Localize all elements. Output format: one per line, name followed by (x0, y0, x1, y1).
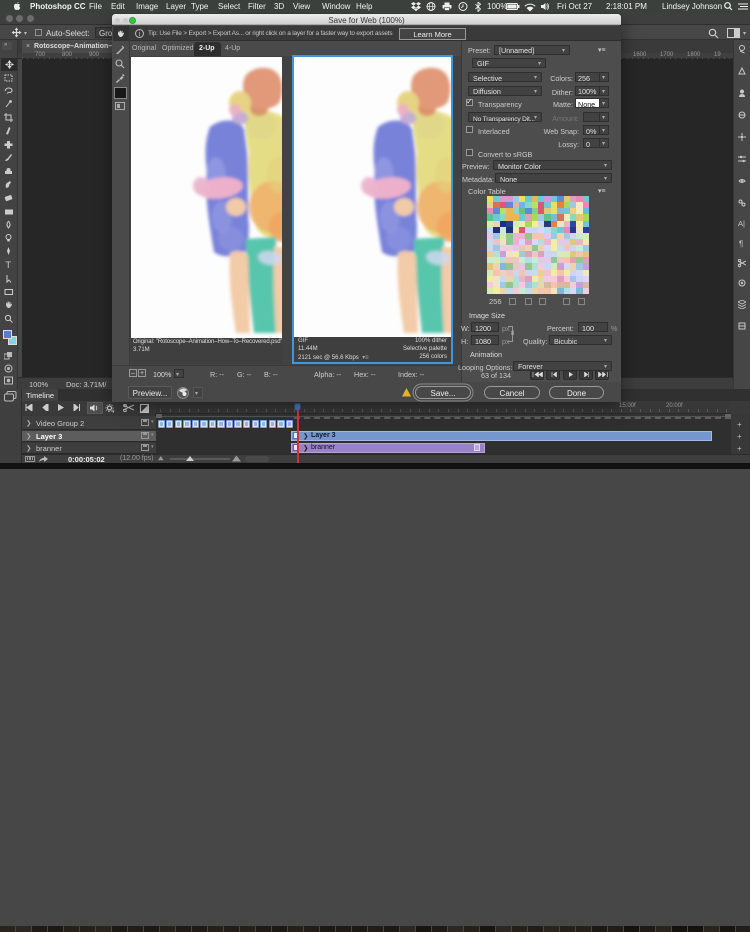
svg-text:¶: ¶ (739, 240, 743, 249)
svg-text:T: T (6, 260, 12, 269)
svg-text:A|: A| (738, 219, 745, 228)
